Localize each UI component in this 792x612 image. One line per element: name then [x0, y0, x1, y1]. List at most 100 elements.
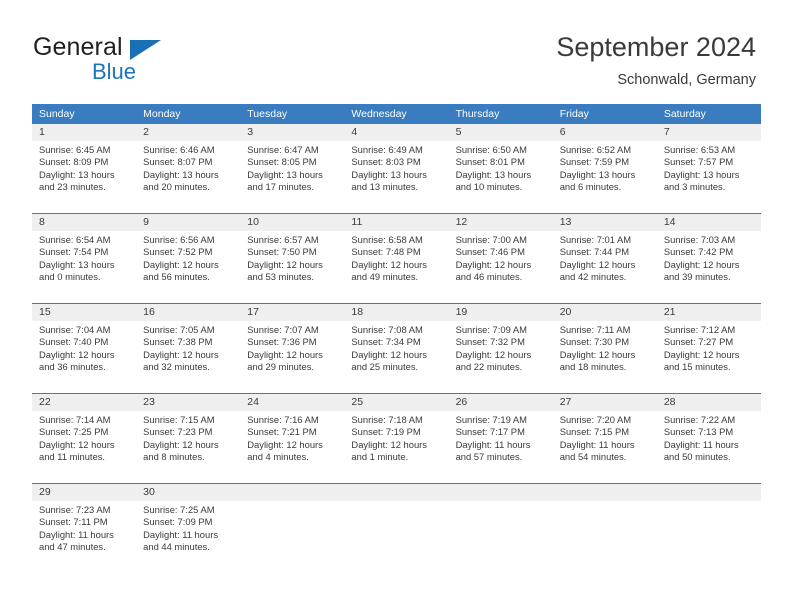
day-sun-info: Sunrise: 7:11 AM Sunset: 7:30 PM Daylight:… [553, 321, 657, 374]
sunrise-time: Sunrise: 6:46 AM [143, 144, 215, 155]
day-sun-info: Sunrise: 7:09 AM Sunset: 7:32 PM Daylight:… [449, 321, 553, 374]
weekday-header-monday: Monday [143, 108, 181, 120]
calendar-day-cell[interactable]: 24 Sunrise: 7:16 AM Sunset: 7:21 PM Dayligh… [240, 394, 345, 483]
calendar-week-row: 1 Sunrise: 6:45 AM Sunset: 8:09 PM Daylight… [32, 124, 761, 213]
weekday-header-friday: Friday [559, 108, 589, 120]
daylight-duration-line2: and 44 minutes. [143, 541, 210, 553]
calendar-day-cell[interactable]: 26 Sunrise: 7:19 AM Sunset: 7:17 PM Dayligh… [448, 394, 553, 483]
daylight-duration-line1: Daylight: 12 hours [247, 258, 323, 270]
day-number: 1 [32, 124, 137, 141]
day-number: 26 [448, 394, 553, 411]
daylight-duration-line1: Daylight: 12 hours [247, 348, 323, 360]
page-subtitle: Schonwald, Germany [617, 72, 756, 88]
calendar-day-cell[interactable]: 1 Sunrise: 6:45 AM Sunset: 8:09 PM Daylight… [32, 124, 137, 213]
calendar-day-cell[interactable]: 21 Sunrise: 7:12 AM Sunset: 7:27 PM Dayligh… [656, 304, 761, 393]
sunset-time: Sunset: 8:05 PM [247, 156, 317, 168]
day-sun-info: Sunrise: 7:14 AM Sunset: 7:25 PM Daylight:… [32, 411, 136, 464]
weekday-header-thursday: Thursday [455, 108, 500, 120]
day-number: 10 [240, 214, 345, 231]
daylight-duration-line2: and 42 minutes. [559, 271, 627, 283]
calendar-day-cell[interactable]: 6 Sunrise: 6:52 AM Sunset: 7:59 PM Daylight… [552, 124, 657, 213]
calendar-day-cell[interactable]: 15 Sunrise: 7:04 AM Sunset: 7:40 PM Dayligh… [32, 304, 137, 393]
sunrise-time: Sunrise: 7:12 AM [663, 324, 736, 335]
calendar-day-cell[interactable]: 14 Sunrise: 7:03 AM Sunset: 7:42 PM Dayligh… [656, 214, 761, 303]
general-blue-logo[interactable]: General Blue [33, 33, 253, 89]
sunset-time: Sunset: 7:09 PM [143, 516, 213, 528]
calendar-day-cell[interactable]: 17 Sunrise: 7:07 AM Sunset: 7:36 PM Dayligh… [240, 304, 345, 393]
calendar-day-cell[interactable]: 29 Sunrise: 7:23 AM Sunset: 7:11 PM Dayligh… [32, 484, 137, 573]
calendar-day-cell[interactable]: 10 Sunrise: 6:57 AM Sunset: 7:50 PM Dayligh… [240, 214, 345, 303]
day-number [240, 484, 345, 501]
daylight-duration-line1: Daylight: 13 hours [39, 168, 115, 180]
day-number: 14 [656, 214, 761, 231]
sunset-time: Sunset: 7:36 PM [247, 336, 317, 348]
calendar-day-cell[interactable]: 3 Sunrise: 6:47 AM Sunset: 8:05 PM Daylight… [240, 124, 345, 213]
day-sun-info: Sunrise: 7:19 AM Sunset: 7:17 PM Daylight:… [449, 411, 553, 464]
calendar-day-cell[interactable]: 19 Sunrise: 7:09 AM Sunset: 7:32 PM Dayligh… [448, 304, 553, 393]
day-number: 9 [136, 214, 241, 231]
calendar-day-cell[interactable]: 4 Sunrise: 6:49 AM Sunset: 8:03 PM Daylight… [344, 124, 449, 213]
calendar-day-cell[interactable]: 12 Sunrise: 7:00 AM Sunset: 7:46 PM Dayligh… [448, 214, 553, 303]
weekday-header-tuesday: Tuesday [247, 108, 288, 120]
daylight-duration-line1: Daylight: 12 hours [39, 348, 115, 360]
sunset-time: Sunset: 8:03 PM [351, 156, 421, 168]
daylight-duration-line2: and 15 minutes. [663, 361, 731, 373]
daylight-duration-line1: Daylight: 11 hours [663, 438, 739, 450]
sunset-time: Sunset: 7:52 PM [143, 246, 213, 258]
day-number: 15 [32, 304, 137, 321]
day-sun-info: Sunrise: 7:25 AM Sunset: 7:09 PM Daylight:… [136, 501, 240, 554]
daylight-duration-line1: Daylight: 13 hours [663, 168, 740, 180]
day-sun-info: Sunrise: 6:46 AM Sunset: 8:07 PM Daylight:… [136, 141, 240, 194]
calendar-day-cell[interactable]: 7 Sunrise: 6:53 AM Sunset: 7:57 PM Daylight… [656, 124, 761, 213]
calendar-week-row: 29 Sunrise: 7:23 AM Sunset: 7:11 PM Dayligh… [32, 483, 761, 573]
daylight-duration-line1: Daylight: 13 hours [455, 168, 532, 180]
calendar-day-cell-empty [240, 484, 345, 573]
sunset-time: Sunset: 7:38 PM [143, 336, 213, 348]
daylight-duration-line1: Daylight: 11 hours [559, 438, 635, 450]
day-number [448, 484, 553, 501]
calendar-day-cell[interactable]: 13 Sunrise: 7:01 AM Sunset: 7:44 PM Dayligh… [552, 214, 657, 303]
daylight-duration-line2: and 56 minutes. [143, 271, 210, 283]
calendar-day-cell[interactable]: 22 Sunrise: 7:14 AM Sunset: 7:25 PM Dayligh… [32, 394, 137, 483]
daylight-duration-line2: and 49 minutes. [351, 271, 419, 283]
daylight-duration-line2: and 53 minutes. [247, 271, 314, 283]
daylight-duration-line2: and 20 minutes. [143, 181, 210, 193]
sunset-time: Sunset: 7:23 PM [143, 426, 213, 438]
calendar-day-cell[interactable]: 28 Sunrise: 7:22 AM Sunset: 7:13 PM Dayligh… [656, 394, 761, 483]
calendar-day-cell[interactable]: 18 Sunrise: 7:08 AM Sunset: 7:34 PM Dayligh… [344, 304, 449, 393]
day-number: 11 [344, 214, 449, 231]
calendar-day-cell[interactable]: 20 Sunrise: 7:11 AM Sunset: 7:30 PM Dayligh… [552, 304, 657, 393]
daylight-duration-line1: Daylight: 12 hours [351, 348, 427, 360]
daylight-duration-line1: Daylight: 13 hours [247, 168, 323, 180]
calendar-day-cell[interactable]: 11 Sunrise: 6:58 AM Sunset: 7:48 PM Dayligh… [344, 214, 449, 303]
sunrise-time: Sunrise: 6:57 AM [247, 234, 319, 245]
calendar-day-cell[interactable]: 25 Sunrise: 7:18 AM Sunset: 7:19 PM Dayligh… [344, 394, 449, 483]
calendar-day-cell[interactable]: 2 Sunrise: 6:46 AM Sunset: 8:07 PM Daylight… [136, 124, 241, 213]
sunset-time: Sunset: 7:25 PM [39, 426, 109, 438]
calendar-grid: Sunday Monday Tuesday Wednesday Thursday… [32, 104, 761, 573]
sunset-time: Sunset: 8:09 PM [39, 156, 109, 168]
calendar-day-cell[interactable]: 9 Sunrise: 6:56 AM Sunset: 7:52 PM Daylight… [136, 214, 241, 303]
calendar-day-cell-empty [656, 484, 761, 573]
day-sun-info: Sunrise: 6:54 AM Sunset: 7:54 PM Daylight:… [32, 231, 136, 284]
daylight-duration-line2: and 8 minutes. [143, 451, 205, 463]
daylight-duration-line2: and 39 minutes. [663, 271, 731, 283]
weekday-header-sunday: Sunday [39, 108, 75, 120]
daylight-duration-line1: Daylight: 12 hours [455, 258, 532, 270]
day-number: 3 [240, 124, 345, 141]
sunset-time: Sunset: 7:34 PM [351, 336, 421, 348]
day-number: 7 [656, 124, 761, 141]
day-sun-info: Sunrise: 6:58 AM Sunset: 7:48 PM Daylight:… [344, 231, 448, 284]
calendar-day-cell[interactable]: 23 Sunrise: 7:15 AM Sunset: 7:23 PM Dayligh… [136, 394, 241, 483]
calendar-day-cell[interactable]: 27 Sunrise: 7:20 AM Sunset: 7:15 PM Dayligh… [552, 394, 657, 483]
sunset-time: Sunset: 8:07 PM [143, 156, 213, 168]
day-number: 30 [136, 484, 241, 501]
sunrise-time: Sunrise: 7:09 AM [455, 324, 527, 335]
calendar-day-cell[interactable]: 16 Sunrise: 7:05 AM Sunset: 7:38 PM Dayligh… [136, 304, 241, 393]
calendar-day-cell[interactable]: 30 Sunrise: 7:25 AM Sunset: 7:09 PM Dayligh… [136, 484, 241, 573]
sunrise-time: Sunrise: 7:04 AM [39, 324, 111, 335]
calendar-day-cell[interactable]: 8 Sunrise: 6:54 AM Sunset: 7:54 PM Daylight… [32, 214, 137, 303]
calendar-day-cell[interactable]: 5 Sunrise: 6:50 AM Sunset: 8:01 PM Daylight… [448, 124, 553, 213]
daylight-duration-line2: and 13 minutes. [351, 181, 419, 193]
day-sun-info: Sunrise: 6:57 AM Sunset: 7:50 PM Daylight:… [240, 231, 344, 284]
